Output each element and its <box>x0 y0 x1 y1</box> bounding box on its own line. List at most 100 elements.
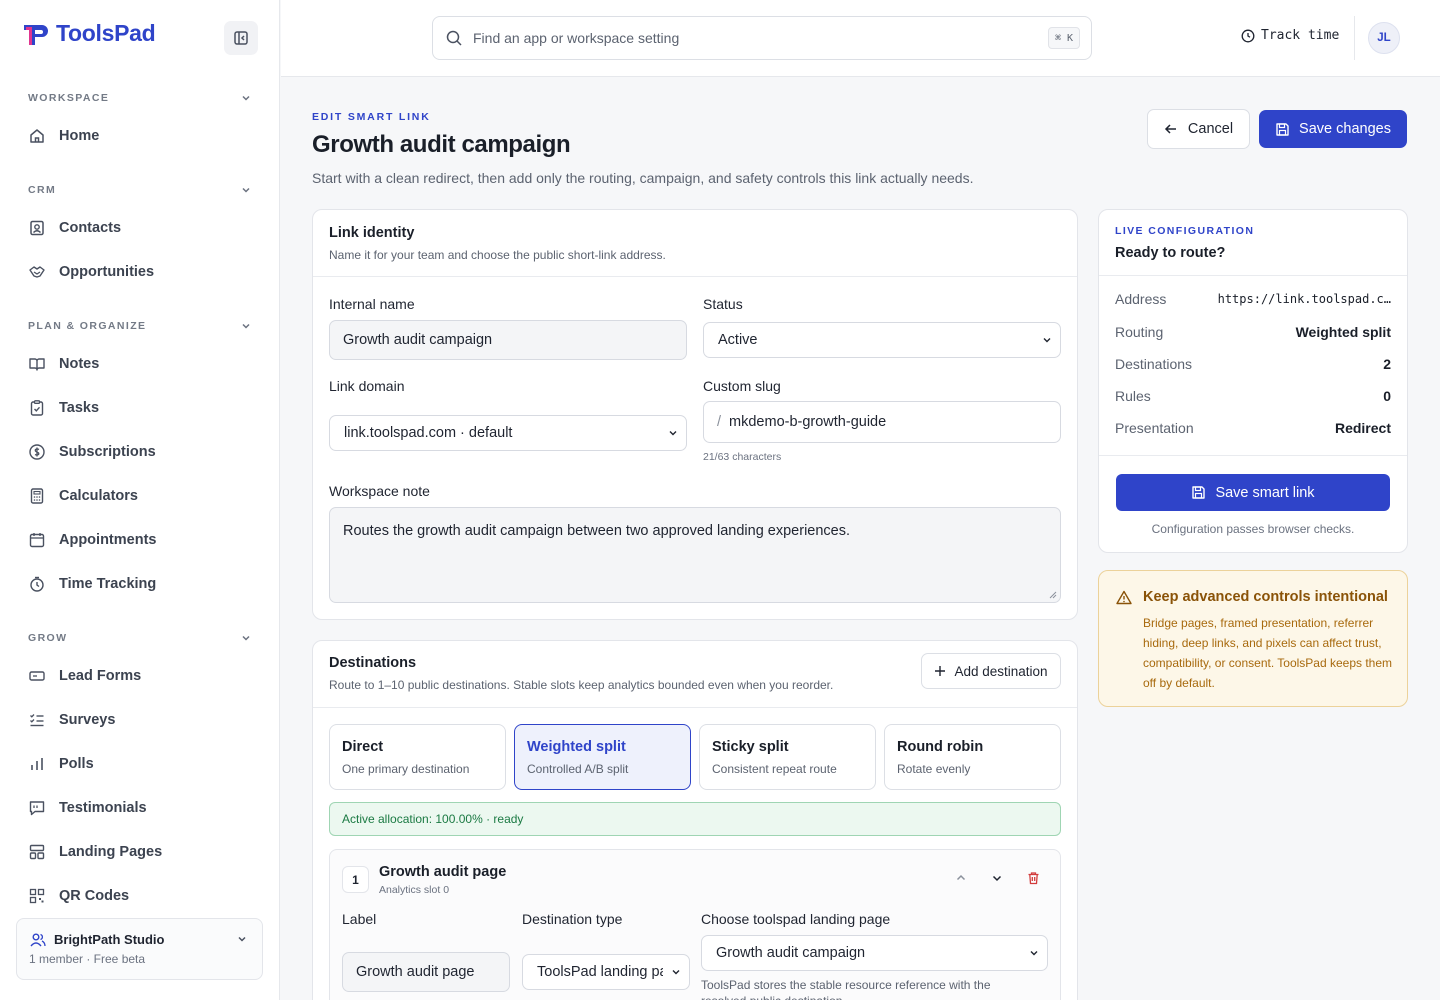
config-key: Presentation <box>1115 420 1194 436</box>
move-up-icon[interactable] <box>955 872 967 884</box>
layout-icon <box>28 843 46 861</box>
sidebar-item-surveys[interactable]: Surveys <box>28 704 252 736</box>
custom-slug-input[interactable]: / mkdemo-b-growth-guide <box>703 401 1061 443</box>
routing-mode-desc: One primary destination <box>342 762 470 776</box>
destinations-desc: Route to 1–10 public destinations. Stabl… <box>329 678 834 692</box>
save-changes-button[interactable]: Save changes <box>1259 110 1407 148</box>
sidebar-item-label: Appointments <box>59 532 157 548</box>
track-time-button[interactable]: Track time <box>1241 28 1339 43</box>
routing-mode-title: Sticky split <box>712 739 789 755</box>
sidebar-item-label: Time Tracking <box>59 576 157 592</box>
card-divider <box>313 707 1077 708</box>
form-icon <box>28 667 46 685</box>
sidebar-item-testimonials[interactable]: Testimonials <box>28 792 252 824</box>
destination-label-label: Label <box>342 911 377 927</box>
destination-type-label: Destination type <box>522 911 623 927</box>
search-input[interactable]: Find an app or workspace setting ⌘ K <box>432 16 1092 60</box>
plus-icon <box>935 666 946 676</box>
section-crm-header[interactable]: CRM <box>28 184 252 196</box>
routing-mode-weighted-split[interactable]: Weighted split Controlled A/B split <box>514 724 691 790</box>
workspace-switcher[interactable]: BrightPath Studio 1 member · Free beta <box>16 918 263 980</box>
sidebar-item-label: Polls <box>59 756 94 772</box>
sidebar-item-lead-forms[interactable]: Lead Forms <box>28 660 252 692</box>
live-config-eyebrow: LIVE CONFIGURATION <box>1115 225 1255 237</box>
destinations-title: Destinations <box>329 655 417 671</box>
config-row-address: Address https://link.toolspad.c… <box>1115 291 1391 307</box>
choose-landing-page-label: Choose toolspad landing page <box>701 911 891 927</box>
home-icon <box>28 127 46 145</box>
keyboard-shortcut-badge: ⌘ K <box>1047 27 1080 49</box>
config-key: Rules <box>1115 388 1151 404</box>
save-smart-link-button[interactable]: Save smart link <box>1116 474 1390 511</box>
routing-mode-direct[interactable]: Direct One primary destination <box>329 724 506 790</box>
trash-icon[interactable] <box>1027 871 1040 885</box>
qr-code-icon <box>28 887 46 905</box>
sidebar-item-home[interactable]: Home <box>28 120 252 152</box>
sidebar: ToolsPad WORKSPACE Home CRM Contacts Opp… <box>0 0 280 1000</box>
section-plan-organize-header[interactable]: PLAN & ORGANIZE <box>28 320 252 332</box>
routing-mode-sticky-split[interactable]: Sticky split Consistent repeat route <box>699 724 876 790</box>
section-label: WORKSPACE <box>28 92 110 104</box>
sidebar-item-tasks[interactable]: Tasks <box>28 392 252 424</box>
routing-mode-title: Weighted split <box>527 739 626 755</box>
contact-card-icon <box>28 219 46 237</box>
sidebar-item-qr-codes[interactable]: QR Codes <box>28 880 252 912</box>
move-down-icon[interactable] <box>991 872 1003 884</box>
resize-handle-icon[interactable] <box>1049 591 1057 599</box>
book-icon <box>28 355 46 373</box>
landing-page-select[interactable]: Growth audit campaign <box>701 935 1048 971</box>
chevron-down-icon <box>242 95 250 101</box>
sidebar-item-label: Subscriptions <box>59 444 156 460</box>
sidebar-item-landing-pages[interactable]: Landing Pages <box>28 836 252 868</box>
search-icon <box>446 30 462 46</box>
sidebar-item-label: Home <box>59 128 100 144</box>
sidebar-item-polls[interactable]: Polls <box>28 748 252 780</box>
calendar-icon <box>28 531 46 549</box>
arrow-left-icon <box>1164 124 1176 134</box>
sidebar-item-label: Notes <box>59 356 100 372</box>
link-identity-desc: Name it for your team and choose the pub… <box>329 248 666 262</box>
sidebar-item-subscriptions[interactable]: Subscriptions <box>28 436 252 468</box>
section-grow-header[interactable]: GROW <box>28 632 252 644</box>
slug-prefix: / <box>717 414 722 430</box>
warning-triangle-icon <box>1116 590 1132 605</box>
chevron-down-icon <box>1043 338 1051 343</box>
status-select[interactable]: Active <box>703 322 1061 358</box>
clipboard-check-icon <box>28 399 46 417</box>
add-destination-button[interactable]: Add destination <box>921 653 1061 689</box>
workspace-note-textarea[interactable]: Routes the growth audit campaign between… <box>329 507 1061 603</box>
live-config-title: Ready to route? <box>1115 245 1226 261</box>
sidebar-item-label: Tasks <box>59 400 100 416</box>
section-label: GROW <box>28 632 68 644</box>
link-domain-select[interactable]: link.toolspad.com · default <box>329 415 687 451</box>
message-square-icon <box>28 799 46 817</box>
routing-mode-desc: Rotate evenly <box>897 762 971 776</box>
routing-mode-desc: Controlled A/B split <box>527 762 629 776</box>
handshake-icon <box>28 263 46 281</box>
custom-slug-value: mkdemo-b-growth-guide <box>729 414 887 430</box>
sidebar-item-time-tracking[interactable]: Time Tracking <box>28 568 252 600</box>
calculator-icon <box>28 487 46 505</box>
brand-logo[interactable]: ToolsPad <box>22 20 156 47</box>
internal-name-input[interactable]: Growth audit campaign <box>329 320 687 360</box>
sidebar-item-notes[interactable]: Notes <box>28 348 252 380</box>
sidebar-item-calculators[interactable]: Calculators <box>28 480 252 512</box>
destination-label-input[interactable]: Growth audit page <box>342 952 510 992</box>
toolspad-logo-icon <box>24 24 48 45</box>
destination-type-select[interactable]: ToolsPad landing page <box>522 954 690 990</box>
user-avatar[interactable]: JL <box>1368 22 1400 54</box>
advanced-controls-warning: Keep advanced controls intentional Bridg… <box>1098 570 1408 707</box>
sidebar-item-contacts[interactable]: Contacts <box>28 212 252 244</box>
section-workspace-header[interactable]: WORKSPACE <box>28 92 252 104</box>
routing-mode-desc: Consistent repeat route <box>712 762 837 776</box>
destination-label-value: Growth audit page <box>356 964 475 980</box>
chevron-down-icon <box>242 635 250 641</box>
sidebar-item-appointments[interactable]: Appointments <box>28 524 252 556</box>
sidebar-item-label: Contacts <box>59 220 122 236</box>
config-value: Weighted split <box>1295 324 1391 340</box>
collapse-sidebar-button[interactable] <box>224 21 258 55</box>
cancel-button[interactable]: Cancel <box>1147 109 1250 149</box>
sidebar-item-opportunities[interactable]: Opportunities <box>28 256 252 288</box>
config-check-note: Configuration passes browser checks. <box>1151 522 1355 536</box>
routing-mode-round-robin[interactable]: Round robin Rotate evenly <box>884 724 1061 790</box>
